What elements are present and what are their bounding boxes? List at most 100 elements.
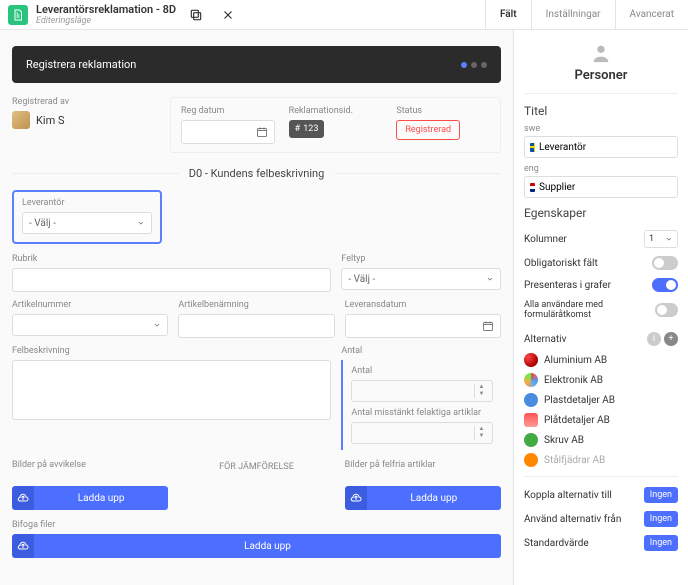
close-button[interactable]: [216, 3, 240, 27]
supplier-select[interactable]: - Välj -: [22, 212, 152, 234]
form-icon: [8, 5, 28, 25]
form-canvas: Registrera reklamation Registrerad av Ki…: [0, 30, 513, 585]
supplier-label: Leverantör: [22, 198, 152, 208]
alternativ-label: Alternativ: [524, 334, 566, 345]
rubrik-label: Rubrik: [12, 254, 331, 264]
chevron-down-icon: [137, 219, 145, 227]
person-icon: [590, 42, 612, 64]
step-dot-3[interactable]: [481, 62, 487, 68]
antal-input[interactable]: ▲▼: [351, 380, 493, 402]
swe-field[interactable]: [539, 142, 672, 153]
topbar: Leverantörsreklamation - 8D Editeringslä…: [0, 0, 688, 30]
page-subtitle: Editeringsläge: [36, 16, 176, 26]
alt-info-button[interactable]: i: [647, 332, 661, 346]
artben-label: Artikelbenämning: [178, 300, 334, 310]
titel-heading: Titel: [524, 104, 678, 118]
felbeskr-label: Felbeskrivning: [12, 346, 331, 356]
d0-title: D0 - Kundens felbeskrivning: [179, 167, 335, 180]
rubrik-input[interactable]: [12, 268, 331, 292]
alla-anvandare-toggle[interactable]: [655, 303, 678, 317]
flag-en-icon: [530, 183, 535, 192]
antal-inner-label: Antal: [351, 366, 493, 376]
kolumner-label: Kolumner: [524, 234, 567, 245]
swe-input[interactable]: [524, 136, 678, 158]
standard-button[interactable]: Ingen: [644, 535, 678, 551]
alt-item[interactable]: Skruv AB: [524, 430, 678, 450]
company-icon: [524, 353, 538, 367]
tab-fields[interactable]: Fält: [485, 0, 531, 29]
bilder-felfria-label: Bilder på felfria artiklar: [345, 460, 501, 470]
step-dot-2[interactable]: [471, 62, 477, 68]
registered-by-label: Registrerad av: [12, 97, 152, 107]
form-header-title: Registrera reklamation: [26, 58, 136, 71]
flag-se-icon: [530, 143, 535, 152]
registered-by-value: Kim S: [36, 114, 64, 127]
upload-avvik-button[interactable]: Ladda upp: [12, 486, 168, 510]
status-label: Status: [396, 106, 490, 116]
bifoga-label: Bifoga filer: [12, 520, 501, 530]
levdatum-label: Leveransdatum: [345, 300, 501, 310]
presenteras-toggle[interactable]: [652, 278, 678, 292]
alt-item[interactable]: Stålfjädrar AB: [524, 450, 678, 470]
alt-add-button[interactable]: +: [664, 332, 678, 346]
chevron-down-icon: [486, 275, 494, 283]
felbeskr-textarea[interactable]: [12, 360, 331, 420]
form-header-bar: Registrera reklamation: [12, 46, 501, 83]
for-jamforelse: FÖR JÄMFÖRELSE: [178, 462, 334, 472]
anvand-button[interactable]: Ingen: [644, 511, 678, 527]
upload-bifoga-button[interactable]: Ladda upp: [12, 534, 501, 558]
koppla-button[interactable]: Ingen: [644, 487, 678, 503]
suspect-label: Antal misstänkt felaktiga artiklar: [351, 408, 493, 418]
reg-date-input[interactable]: [181, 120, 275, 144]
chevron-down-icon: [665, 235, 673, 243]
company-icon: [524, 373, 538, 387]
artben-input[interactable]: [178, 314, 334, 338]
claim-id-label: Reklamationsid.: [289, 106, 383, 116]
step-dots: [461, 62, 487, 68]
obligatoriskt-toggle[interactable]: [652, 256, 678, 270]
artnr-select[interactable]: [12, 314, 168, 336]
copy-button[interactable]: [184, 3, 208, 27]
bilder-avvik-label: Bilder på avvikelse: [12, 460, 168, 470]
swe-label: swe: [524, 124, 678, 134]
artnr-label: Artikelnummer: [12, 300, 168, 310]
claim-id-value: 123: [303, 124, 318, 134]
alt-item[interactable]: Plåtdetaljer AB: [524, 410, 678, 430]
kolumner-select[interactable]: 1: [644, 230, 678, 248]
presenteras-label: Presenteras i grafer: [524, 280, 611, 291]
step-dot-1[interactable]: [461, 62, 467, 68]
antal-label: Antal: [341, 346, 501, 356]
tab-settings[interactable]: Inställningar: [531, 0, 615, 29]
cloud-upload-icon: [17, 540, 29, 552]
supplier-field-selected[interactable]: Leverantör - Välj -: [12, 190, 162, 244]
company-icon: [524, 413, 538, 427]
calendar-icon: [256, 126, 268, 138]
standard-label: Standardvärde: [524, 538, 589, 549]
koppla-label: Koppla alternativ till: [524, 490, 612, 501]
feltyp-select[interactable]: - Välj -: [341, 268, 501, 290]
alt-item[interactable]: Aluminium AB: [524, 350, 678, 370]
obligatoriskt-label: Obligatoriskt fält: [524, 258, 598, 269]
feltyp-label: Feltyp: [341, 254, 501, 264]
properties-panel: Personer Titel swe eng Egenskaper Kolumn…: [513, 30, 688, 585]
cloud-upload-icon: [17, 492, 29, 504]
company-icon: [524, 453, 538, 467]
suspect-input[interactable]: ▲▼: [351, 422, 493, 444]
alt-item[interactable]: Elektronik AB: [524, 370, 678, 390]
chevron-down-icon: [153, 321, 161, 329]
page-title: Leverantörsreklamation - 8D: [36, 3, 176, 16]
eng-input[interactable]: [524, 176, 678, 198]
levdatum-input[interactable]: [345, 314, 501, 338]
calendar-icon: [482, 320, 494, 332]
eng-field[interactable]: [539, 182, 672, 193]
alt-item[interactable]: Plastdetaljer AB: [524, 390, 678, 410]
reg-date-label: Reg datum: [181, 106, 275, 116]
alla-anvandare-label: Alla användare med formuläråtkomst: [524, 300, 655, 320]
claim-id-badge: # 123: [289, 120, 325, 138]
antal-group: Antal ▲▼ Antal misstänkt felaktiga artik…: [341, 360, 501, 450]
section-divider: D0 - Kundens felbeskrivning: [12, 167, 501, 180]
tab-advanced[interactable]: Avancerat: [615, 0, 688, 29]
upload-felfria-button[interactable]: Ladda upp: [345, 486, 501, 510]
anvand-label: Använd alternativ från: [524, 514, 621, 525]
eng-label: eng: [524, 164, 678, 174]
